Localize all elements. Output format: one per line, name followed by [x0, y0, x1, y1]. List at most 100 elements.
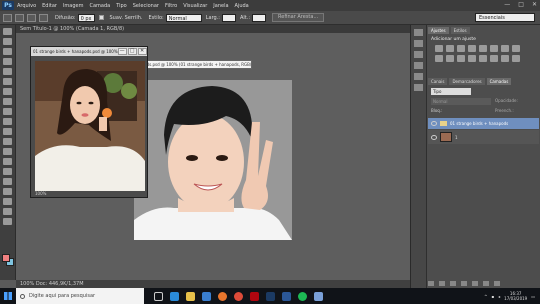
marquee-tool-icon[interactable]	[3, 13, 12, 22]
edge-icon[interactable]	[170, 291, 179, 301]
folder-icon[interactable]	[186, 291, 195, 301]
healing-tool-icon[interactable]	[3, 88, 12, 95]
notification-icon[interactable]: ▭	[531, 294, 535, 299]
levels-icon[interactable]	[446, 45, 454, 52]
floating-canvas-image[interactable]	[35, 61, 145, 191]
clone-stamp-tool-icon[interactable]	[3, 108, 12, 115]
netflix-icon[interactable]	[250, 291, 259, 301]
add-selection-icon[interactable]	[27, 13, 36, 22]
lasso-tool-icon[interactable]	[3, 48, 12, 55]
subtract-selection-icon[interactable]	[39, 13, 48, 22]
photoshop-icon[interactable]	[266, 291, 275, 301]
posterize-icon[interactable]	[479, 55, 487, 62]
close-button[interactable]: ✕	[532, 1, 537, 8]
tab-demarcadores[interactable]: Demarcadores	[449, 78, 485, 85]
visibility-eye-icon[interactable]	[431, 134, 437, 140]
word-icon[interactable]	[282, 291, 291, 301]
spotify-icon[interactable]	[298, 291, 307, 301]
hue-saturation-icon[interactable]	[490, 45, 498, 52]
color-balance-icon[interactable]	[501, 45, 509, 52]
character-panel-icon[interactable]	[414, 73, 423, 80]
float-maximize-button[interactable]: □	[127, 48, 137, 55]
antialias-checkbox[interactable]	[98, 15, 104, 20]
eraser-tool-icon[interactable]	[3, 128, 12, 135]
trash-icon[interactable]	[494, 281, 500, 286]
properties-panel-icon[interactable]	[414, 40, 423, 47]
brightness-icon[interactable]	[435, 45, 443, 52]
new-layer-icon[interactable]	[483, 281, 489, 286]
tab-ajustes[interactable]: Ajustes	[428, 27, 449, 34]
start-button[interactable]	[0, 288, 16, 304]
black-white-icon[interactable]	[512, 45, 520, 52]
layer-row[interactable]: 1	[428, 130, 539, 144]
firefox-icon[interactable]	[218, 291, 227, 301]
vibrance-icon[interactable]	[479, 45, 487, 52]
menu-ajuda[interactable]: Ajuda	[235, 3, 249, 9]
link-layers-icon[interactable]	[428, 281, 434, 286]
tab-camadas[interactable]: Camadas	[486, 78, 512, 85]
exposure-icon[interactable]	[468, 45, 476, 52]
channel-mixer-icon[interactable]	[446, 55, 454, 62]
clock[interactable]: 16:37 17/03/2019	[504, 291, 527, 301]
marquee-tool-icon[interactable]	[3, 38, 12, 45]
volume-icon[interactable]: ◂	[498, 294, 500, 299]
taskbar-search[interactable]: Digite aqui para pesquisar	[16, 288, 144, 304]
store-icon[interactable]	[202, 291, 211, 301]
layer-group-row[interactable]: 01 strange birds + hanapods	[428, 118, 539, 129]
quick-select-tool-icon[interactable]	[3, 58, 12, 65]
chrome-icon[interactable]	[234, 291, 243, 301]
tab-canais[interactable]: Canais	[428, 78, 448, 85]
color-lookup-icon[interactable]	[457, 55, 465, 62]
color-panel-icon[interactable]	[414, 51, 423, 58]
threshold-icon[interactable]	[490, 55, 498, 62]
crop-tool-icon[interactable]	[3, 68, 12, 75]
swatches-panel-icon[interactable]	[414, 62, 423, 69]
document-tab[interactable]: Sem Título-1 @ 100% (Camada 1, RGB/8)	[16, 25, 410, 33]
menu-filtro[interactable]: Filtro	[165, 3, 177, 9]
width-input[interactable]	[221, 13, 236, 22]
network-icon[interactable]: ▪	[491, 294, 494, 299]
history-panel-icon[interactable]	[414, 29, 423, 36]
fx-icon[interactable]	[439, 281, 445, 286]
menu-visualizar[interactable]: Visualizar	[183, 3, 207, 9]
new-selection-icon[interactable]	[15, 13, 24, 22]
menu-arquivo[interactable]: Arquivo	[17, 3, 36, 9]
photo-filter-icon[interactable]	[435, 55, 443, 62]
height-input[interactable]	[252, 13, 267, 22]
chevron-up-icon[interactable]: ^	[484, 294, 487, 299]
pen-tool-icon[interactable]	[3, 168, 12, 175]
move-tool-icon[interactable]	[3, 28, 12, 35]
float-close-button[interactable]: ✕	[137, 48, 147, 55]
new-group-icon[interactable]	[472, 281, 478, 286]
gradient-map-icon[interactable]	[501, 55, 509, 62]
adjustment-layer-icon[interactable]	[461, 281, 467, 286]
history-brush-tool-icon[interactable]	[3, 118, 12, 125]
menu-camada[interactable]: Camada	[89, 3, 110, 9]
brush-tool-icon[interactable]	[3, 98, 12, 105]
menu-selecionar[interactable]: Selecionar	[133, 3, 159, 9]
zoom-tool-icon[interactable]	[3, 218, 12, 225]
hand-tool-icon[interactable]	[3, 208, 12, 215]
invert-icon[interactable]	[468, 55, 476, 62]
menu-tipo[interactable]: Tipo	[116, 3, 127, 9]
floating-document-window[interactable]: 01 strange birds + hanapods.psd @ 100% —…	[30, 46, 148, 198]
workspace-select[interactable]: Essenciais	[475, 13, 535, 22]
refine-edge-button[interactable]: Refinar Aresta...	[272, 13, 325, 22]
paragraph-panel-icon[interactable]	[414, 84, 423, 91]
menu-imagem[interactable]: Imagem	[63, 3, 84, 9]
layer-filter-select[interactable]: Tipo	[431, 88, 471, 95]
eyedropper-tool-icon[interactable]	[3, 78, 12, 85]
task-view-icon[interactable]	[154, 291, 163, 301]
feather-input[interactable]: 0 px	[77, 13, 95, 22]
selective-color-icon[interactable]	[512, 55, 520, 62]
color-swatches[interactable]	[2, 254, 14, 266]
visibility-eye-icon[interactable]	[431, 121, 437, 126]
minimize-button[interactable]: —	[504, 1, 510, 8]
mask-icon[interactable]	[450, 281, 456, 286]
menu-editar[interactable]: Editar	[42, 3, 57, 9]
blur-tool-icon[interactable]	[3, 148, 12, 155]
foreground-color-swatch[interactable]	[2, 254, 10, 262]
main-canvas-image[interactable]	[134, 80, 292, 240]
shape-tool-icon[interactable]	[3, 198, 12, 205]
floating-window-titlebar[interactable]: 01 strange birds + hanapods.psd @ 100% —…	[31, 47, 147, 56]
